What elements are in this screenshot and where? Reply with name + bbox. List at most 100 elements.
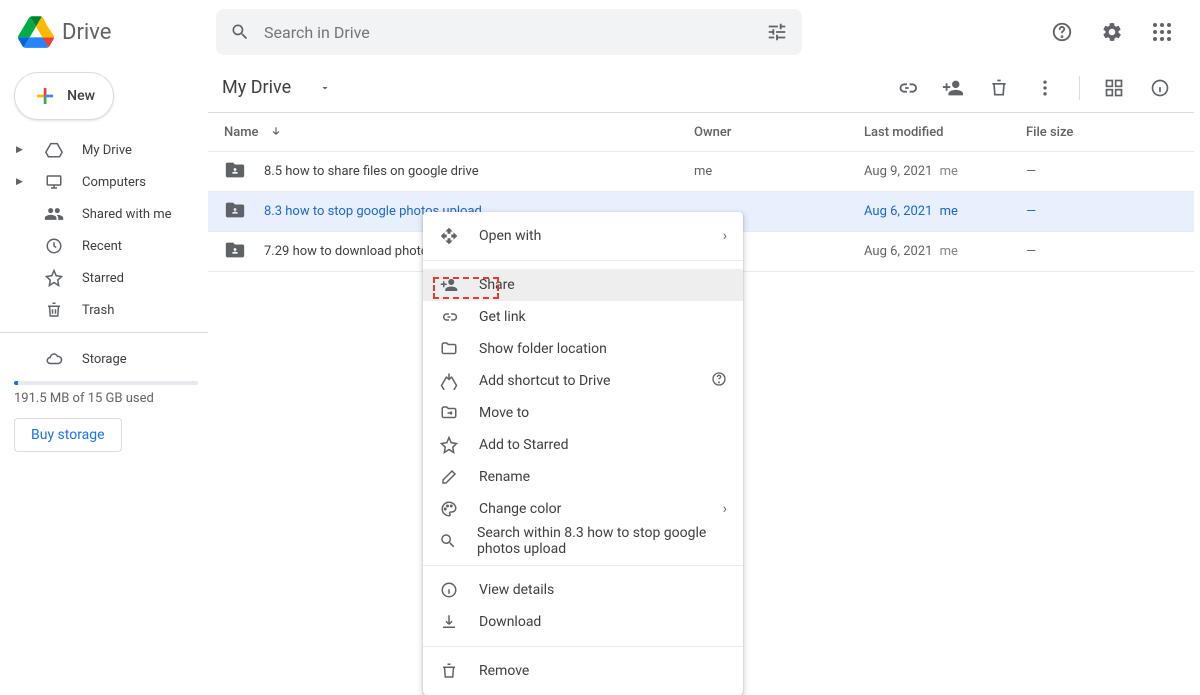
drive-logo-icon (18, 14, 54, 50)
move-icon (440, 404, 458, 422)
file-list: Name Owner Last modified File size 8.5 h… (208, 112, 1194, 272)
column-name[interactable]: Name (224, 125, 694, 140)
get-link-button[interactable] (887, 68, 927, 108)
person-add-icon (942, 77, 964, 99)
download-icon (440, 613, 458, 631)
menu-divider (423, 646, 743, 647)
expand-icon[interactable]: ▶ (16, 145, 26, 155)
sidebar-item-recent[interactable]: Recent (14, 230, 198, 262)
column-label: Name (224, 125, 259, 140)
breadcrumb[interactable]: My Drive (214, 71, 339, 104)
help-icon[interactable] (711, 371, 727, 387)
menu-label: Download (479, 614, 541, 630)
file-modified: Aug 6, 2021 me (864, 204, 1026, 219)
column-size[interactable]: File size (1026, 125, 1073, 140)
table-row[interactable]: 8.5 how to share files on google driveme… (208, 152, 1194, 192)
new-button-label: New (67, 88, 95, 104)
more-button[interactable] (1025, 68, 1065, 108)
menu-view-details[interactable]: View details (423, 574, 743, 606)
context-menu: Open with › Share Get link Show folder l… (423, 212, 743, 695)
pencil-icon (440, 468, 458, 486)
sidebar-item-label: Computers (82, 175, 146, 190)
menu-label: Open with (479, 228, 541, 244)
menu-label: View details (479, 582, 554, 598)
menu-divider (423, 260, 743, 261)
help-icon (1051, 21, 1073, 43)
settings-button[interactable] (1092, 12, 1132, 52)
sidebar-item-my-drive[interactable]: ▶ My Drive (14, 134, 198, 166)
menu-share[interactable]: Share (423, 269, 743, 301)
menu-move-to[interactable]: Move to (423, 397, 743, 429)
drive-icon (45, 141, 63, 159)
search-bar[interactable] (216, 9, 802, 55)
sidebar-item-starred[interactable]: Starred (14, 262, 198, 294)
file-size: — (1026, 164, 1036, 179)
chevron-down-icon (319, 82, 331, 94)
apps-button[interactable] (1142, 12, 1182, 52)
menu-divider (423, 565, 743, 566)
sidebar-item-label: Shared with me (82, 207, 172, 222)
delete-button[interactable] (979, 68, 1019, 108)
search-icon (439, 532, 457, 550)
menu-label: Add shortcut to Drive (479, 373, 610, 389)
menu-get-link[interactable]: Get link (423, 301, 743, 333)
toolbar: My Drive (208, 64, 1194, 112)
folder-icon (440, 340, 458, 358)
storage-bar (14, 381, 198, 385)
details-button[interactable] (1140, 68, 1180, 108)
sidebar-item-storage[interactable]: Storage (14, 343, 198, 375)
column-owner[interactable]: Owner (694, 125, 864, 140)
arrow-down-icon (269, 125, 283, 139)
menu-label: Change color (479, 501, 561, 517)
trash-icon (440, 662, 458, 680)
logo[interactable]: Drive (18, 14, 208, 50)
sidebar-item-computers[interactable]: ▶ Computers (14, 166, 198, 198)
file-size: — (1026, 204, 1036, 219)
new-button[interactable]: New (14, 72, 114, 120)
column-modified[interactable]: Last modified (864, 125, 1026, 140)
open-with-icon (440, 227, 458, 245)
main: My Drive Name Owner Last modified File s… (208, 64, 1200, 580)
menu-open-with[interactable]: Open with › (423, 220, 743, 252)
product-name: Drive (62, 20, 111, 45)
link-icon (440, 308, 458, 326)
menu-add-shortcut[interactable]: Add shortcut to Drive (423, 365, 743, 397)
plus-icon (33, 82, 57, 110)
sidebar-item-label: Storage (82, 352, 127, 367)
search-input[interactable] (264, 23, 752, 42)
chevron-right-icon: › (723, 228, 727, 244)
shared-folder-icon (224, 159, 246, 185)
sidebar-item-label: Trash (82, 303, 114, 318)
sidebar-item-trash[interactable]: Trash (14, 294, 198, 326)
menu-add-starred[interactable]: Add to Starred (423, 429, 743, 461)
menu-label: Rename (479, 469, 530, 485)
share-button[interactable] (933, 68, 973, 108)
tune-icon[interactable] (766, 21, 788, 43)
menu-label: Move to (479, 405, 529, 421)
buy-storage-button[interactable]: Buy storage (14, 418, 122, 452)
file-modified: Aug 6, 2021 me (864, 244, 1026, 259)
sidebar-item-shared[interactable]: Shared with me (14, 198, 198, 230)
menu-label: Share (479, 277, 515, 293)
column-label: Last modified (864, 125, 944, 140)
computer-icon (45, 173, 63, 191)
help-button[interactable] (1042, 12, 1082, 52)
menu-download[interactable]: Download (423, 606, 743, 638)
menu-search-within[interactable]: Search within 8.3 how to stop google pho… (423, 525, 743, 557)
view-toggle-button[interactable] (1094, 68, 1134, 108)
more-vert-icon (1035, 78, 1055, 98)
menu-show-location[interactable]: Show folder location (423, 333, 743, 365)
link-icon (896, 77, 918, 99)
info-icon (440, 581, 458, 599)
sidebar: New ▶ My Drive ▶ Computers Shared with m… (0, 64, 208, 580)
expand-icon[interactable]: ▶ (16, 177, 26, 187)
sidebar-item-label: Starred (82, 271, 124, 286)
search-icon (230, 22, 250, 42)
menu-rename[interactable]: Rename (423, 461, 743, 493)
menu-remove[interactable]: Remove (423, 655, 743, 687)
apps-icon (1153, 23, 1171, 41)
menu-label: Get link (479, 309, 526, 325)
breadcrumb-label: My Drive (222, 77, 291, 98)
trash-icon (989, 78, 1009, 98)
menu-change-color[interactable]: Change color › (423, 493, 743, 525)
